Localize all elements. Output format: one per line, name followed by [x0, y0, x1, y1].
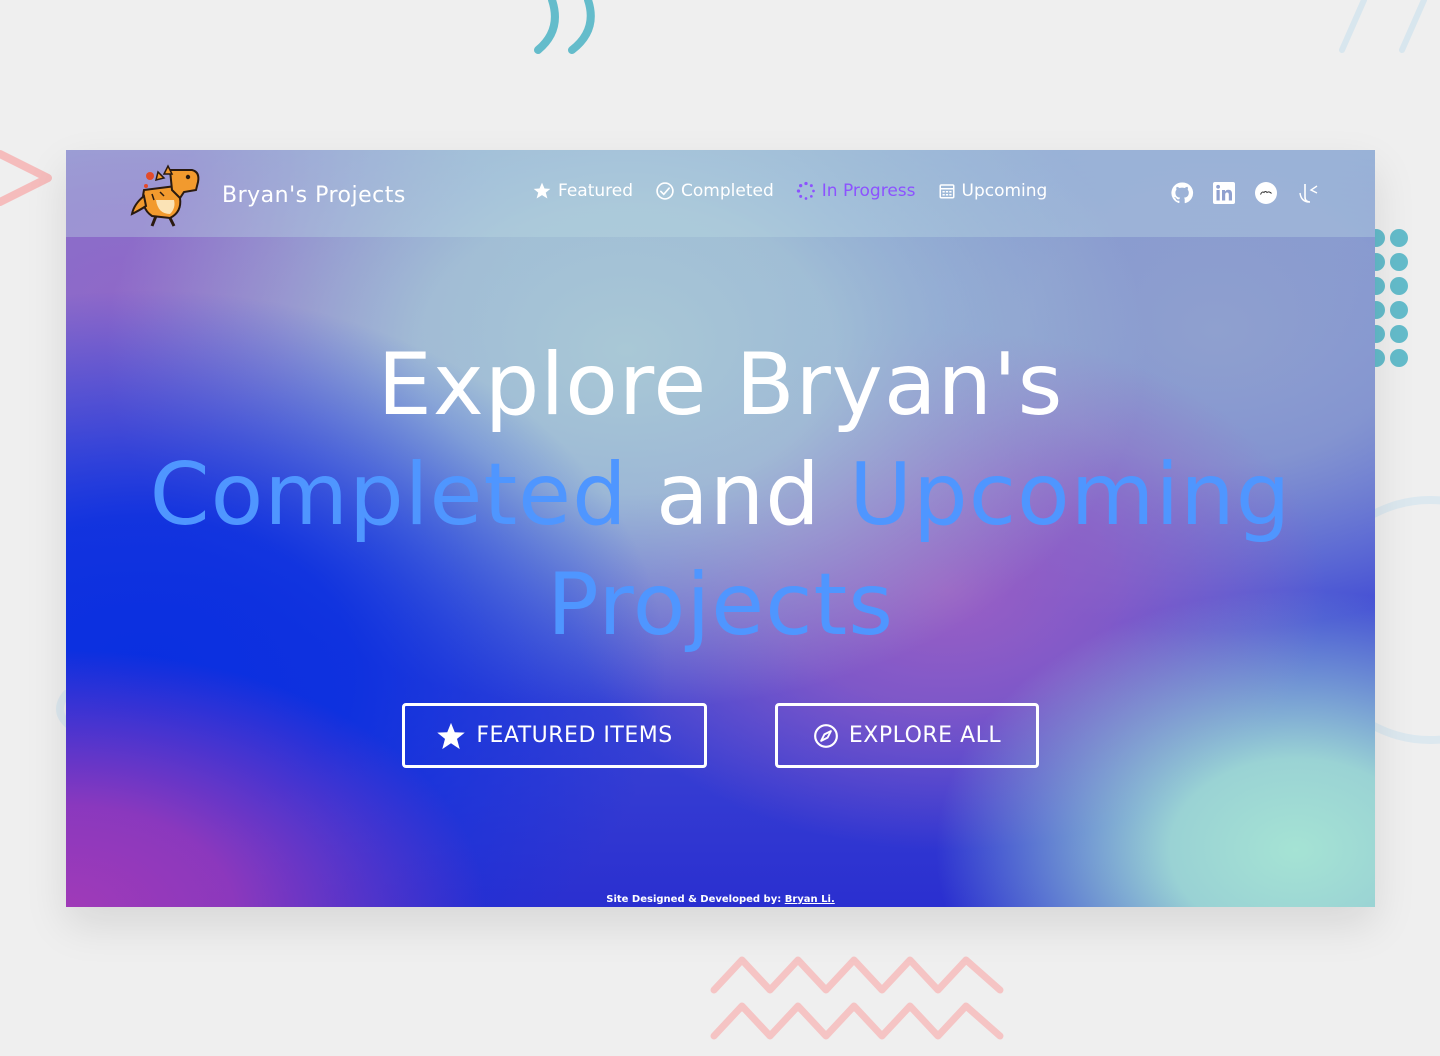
hero-line-1: Explore Bryan's	[66, 330, 1375, 440]
brand-name: Bryan's Projects	[222, 182, 406, 208]
hero-heading: Explore Bryan's Completed and Upcoming P…	[66, 330, 1375, 660]
linkedin-icon[interactable]	[1212, 181, 1236, 205]
author-link[interactable]: Bryan Li.	[785, 894, 835, 905]
main-nav: Featured Completed In Progress Upcoming	[532, 181, 1069, 201]
site-header: Bryan's Projects Featured Completed In P…	[66, 150, 1375, 237]
nav-item-in-progress[interactable]: In Progress	[796, 181, 916, 201]
decorative-parentheses	[528, 0, 608, 60]
decorative-chevron	[0, 146, 60, 216]
kattis-icon[interactable]	[1296, 181, 1320, 205]
hero-text-projects: Projects	[546, 555, 895, 655]
dinosaur-logo-icon	[130, 160, 202, 230]
explore-all-label: EXPLORE ALL	[848, 723, 1002, 748]
nav-label-completed: Completed	[681, 181, 774, 201]
star-icon	[436, 721, 466, 751]
nav-label-featured: Featured	[558, 181, 634, 201]
hero-text-completed: Completed	[149, 445, 628, 545]
compass-icon	[813, 723, 839, 749]
spinner-icon	[796, 181, 816, 201]
featured-items-button[interactable]: FEATURED ITEMS	[402, 703, 707, 768]
github-icon[interactable]	[1170, 181, 1194, 205]
hero-line-2: Completed and Upcoming	[66, 440, 1375, 550]
footer-credit: Site Designed & Developed by:	[606, 894, 782, 905]
devpost-icon[interactable]	[1254, 181, 1278, 205]
brand-link[interactable]: Bryan's Projects	[130, 160, 406, 230]
featured-items-label: FEATURED ITEMS	[476, 723, 673, 748]
hero-text-upcoming: Upcoming	[849, 445, 1292, 545]
decorative-zigzag	[710, 950, 1010, 1050]
nav-label-in-progress: In Progress	[821, 181, 916, 201]
hero-line-3: Projects	[66, 550, 1375, 660]
social-links	[1170, 181, 1338, 205]
nav-item-completed[interactable]: Completed	[655, 181, 774, 201]
explore-all-button[interactable]: EXPLORE ALL	[775, 703, 1039, 768]
calendar-icon	[938, 182, 956, 200]
decorative-slashes	[1330, 0, 1440, 60]
site-footer: Site Designed & Developed by: Bryan Li.	[66, 894, 1375, 905]
star-icon	[532, 181, 552, 201]
hero-text-and: and	[656, 445, 821, 545]
hero-text-explore: Explore Bryan's	[377, 335, 1064, 435]
check-circle-icon	[655, 181, 675, 201]
nav-label-upcoming: Upcoming	[961, 181, 1048, 201]
nav-item-upcoming[interactable]: Upcoming	[938, 181, 1048, 201]
hero-card: Bryan's Projects Featured Completed In P…	[66, 150, 1375, 907]
nav-item-featured[interactable]: Featured	[532, 181, 633, 201]
